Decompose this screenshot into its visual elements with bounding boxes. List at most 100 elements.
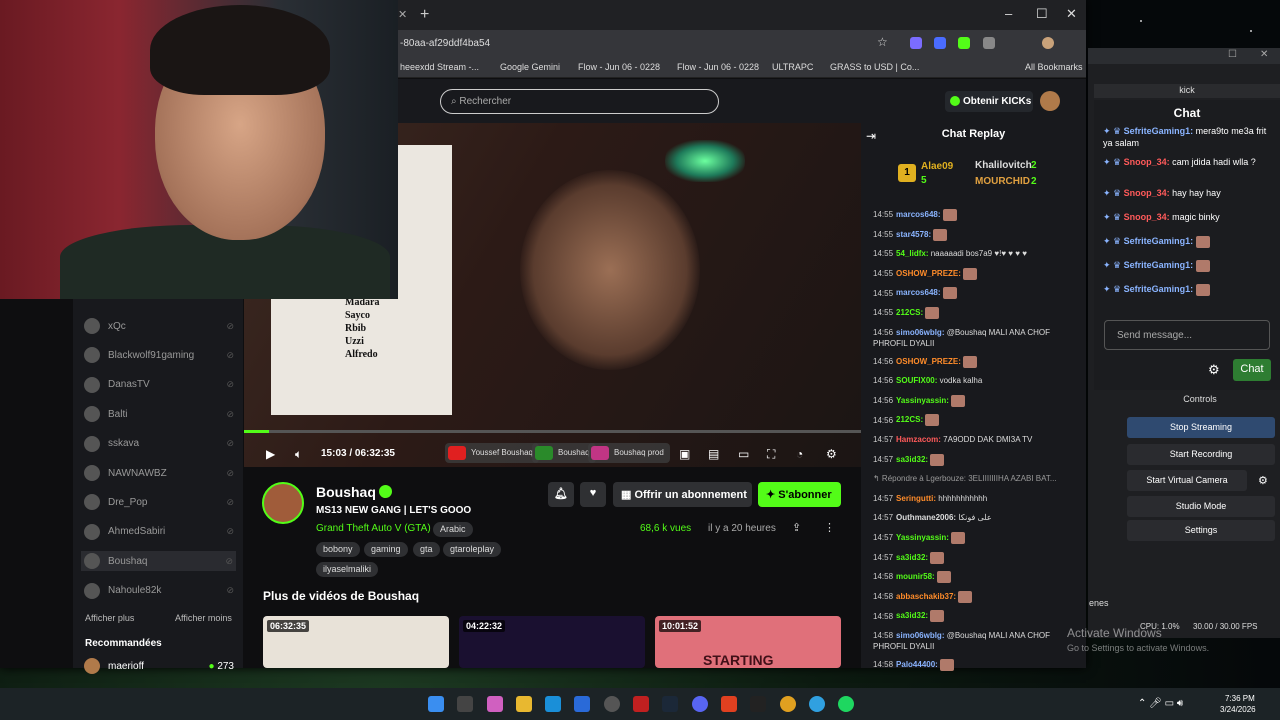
extension-icon[interactable] <box>934 37 946 49</box>
studio-mode-button[interactable]: Studio Mode <box>1127 496 1275 517</box>
steam-icon[interactable] <box>662 696 678 712</box>
new-tab-button[interactable]: + <box>420 6 429 24</box>
extension-icon[interactable] <box>958 37 970 49</box>
language-tag[interactable]: Arabic <box>433 522 473 537</box>
discord-icon[interactable] <box>692 696 708 712</box>
video-thumbnail[interactable]: 04:22:32 <box>459 616 645 668</box>
tag[interactable]: gtaroleplay <box>443 542 502 557</box>
folder-icon[interactable] <box>516 696 532 712</box>
sidebar-item-channel[interactable]: Nahoule82k ⊘ <box>84 581 234 601</box>
video-thumbnail[interactable]: 10:01:52 STARTING <box>655 616 841 668</box>
category-link[interactable]: Grand Theft Auto V (GTA) <box>316 523 431 534</box>
taskbar-app-icon[interactable] <box>487 696 503 712</box>
sidebar-item-channel[interactable]: xQc ⊘ <box>84 316 234 336</box>
play-icon[interactable]: ▶ <box>266 447 275 461</box>
emote-icon <box>951 394 966 407</box>
kicks-button[interactable]: Obtenir KICKs <box>945 91 1033 112</box>
channel-avatar <box>84 494 100 511</box>
taskbar-app-icon[interactable] <box>574 696 590 712</box>
tag[interactable]: bobony <box>316 542 360 557</box>
leaderboard-user[interactable]: MOURCHID <box>975 176 1030 187</box>
bookmark-item[interactable]: ULTRAPC <box>772 62 813 72</box>
show-less-link[interactable]: Afficher moins <box>175 613 232 623</box>
start-recording-button[interactable]: Start Recording <box>1127 444 1275 465</box>
search-input[interactable]: ⌕ Rechercher <box>440 89 719 114</box>
send-message-input[interactable]: Send message... <box>1104 320 1270 350</box>
taskbar-app-icon[interactable] <box>721 696 737 712</box>
spotify-icon[interactable] <box>838 696 854 712</box>
emote-icon <box>1195 235 1210 248</box>
edge-icon[interactable] <box>545 696 561 712</box>
start-virtual-camera-button[interactable]: Start Virtual Camera <box>1127 470 1247 491</box>
heart-icon[interactable]: ♥ <box>580 482 606 507</box>
poster-name: Rbib <box>345 323 367 334</box>
user-avatar[interactable] <box>1040 91 1060 111</box>
close-window-icon[interactable]: ✕ <box>1066 6 1077 22</box>
sidebar-item-recommended[interactable]: maerioff ● 273 <box>84 656 234 676</box>
gift-subscription-button[interactable]: ▦ Offrir un abonnement <box>613 482 752 507</box>
channel-name[interactable]: Boushaq <box>316 484 376 500</box>
puzzle-icon[interactable] <box>983 37 995 49</box>
notification-bell-icon[interactable]: 🔔︎ <box>548 482 574 507</box>
video-thumbnail[interactable]: 06:32:35 <box>263 616 449 668</box>
settings-button[interactable]: Settings <box>1127 520 1275 541</box>
stop-streaming-button[interactable]: Stop Streaming <box>1127 417 1275 438</box>
sidebar-item-channel[interactable]: DanasTV ⊘ <box>84 375 234 395</box>
settings-gear-icon[interactable]: ⚙ <box>826 447 837 461</box>
profile-avatar[interactable] <box>1042 37 1054 49</box>
kick-link[interactable]: Boushaq <box>532 443 596 463</box>
bookmark-item[interactable]: Flow - Jun 06 - 0228 <box>677 62 759 72</box>
bookmark-item[interactable]: Google Gemini <box>500 62 560 72</box>
sidebar-item-channel[interactable]: NAWNAWBZ ⊘ <box>84 463 234 483</box>
extension-icon[interactable] <box>910 37 922 49</box>
chat-message: 14:56 212CS: <box>873 414 1073 427</box>
more-options-icon[interactable]: ⋮ <box>824 521 835 534</box>
bookmark-item[interactable]: GRASS to USD | Co... <box>830 62 919 72</box>
share-icon[interactable]: ⇪ <box>792 521 801 534</box>
maximize-icon[interactable]: ☐ <box>1036 6 1048 22</box>
sidebar-item-channel[interactable]: sskava ⊘ <box>84 434 234 454</box>
sidebar-item-channel[interactable]: AhmedSabiri ⊘ <box>84 522 234 542</box>
start-menu-icon[interactable] <box>428 696 444 712</box>
obs-icon[interactable] <box>604 696 620 712</box>
chat-send-button[interactable]: Chat <box>1233 359 1271 381</box>
sidebar-item-channel[interactable]: Balti ⊘ <box>84 404 234 424</box>
seek-bar[interactable] <box>244 430 861 433</box>
instagram-link[interactable]: Boushaq prod <box>588 443 670 463</box>
leaderboard-user[interactable]: Alae09 <box>921 161 953 172</box>
show-more-link[interactable]: Afficher plus <box>85 613 134 623</box>
badge-icon: ✦ ♛ <box>1103 157 1124 167</box>
all-bookmarks[interactable]: All Bookmarks <box>1025 62 1083 72</box>
youtube-link[interactable]: Youssef Boushaq <box>445 443 539 463</box>
chrome-icon[interactable] <box>780 696 796 712</box>
minimize-icon[interactable]: – <box>1005 6 1012 21</box>
taskbar-app-icon[interactable] <box>633 696 649 712</box>
epic-games-icon[interactable] <box>750 696 766 712</box>
theater-icon[interactable]: ▭ <box>738 447 749 461</box>
follow-button[interactable]: ✦ S'abonner <box>758 482 841 507</box>
close-tab-icon[interactable]: ✕ <box>398 8 407 21</box>
clip-icon[interactable]: ▤ <box>708 447 719 461</box>
taskbar-app-icon[interactable] <box>457 696 473 712</box>
follow-icon: ✦ <box>766 489 779 501</box>
tray-icons[interactable]: ⌃ 🎤︎ ▭ 🔊︎ <box>1138 698 1183 709</box>
tag[interactable]: gta <box>413 542 440 557</box>
fullscreen-icon[interactable]: ⛶ <box>767 447 775 462</box>
bookmark-item[interactable]: Flow - Jun 06 - 0228 <box>578 62 660 72</box>
sidebar-item-channel[interactable]: Dre_Pop ⊘ <box>84 492 234 512</box>
sidebar-item-channel[interactable]: Blackwolf91gaming ⊘ <box>84 345 234 365</box>
bookmark-star-icon[interactable]: ☆ <box>877 35 888 49</box>
speed-icon[interactable]: ◔ <box>796 447 803 461</box>
bookmark-item[interactable]: heeexdd Stream -... <box>400 62 479 72</box>
channel-avatar[interactable] <box>262 482 304 524</box>
sidebar-item-channel[interactable]: Boushaq ⊘ <box>81 551 236 572</box>
pip-icon[interactable]: ▣ <box>679 447 690 461</box>
chat-username: simo06wblg: <box>896 327 945 337</box>
tag[interactable]: gaming <box>364 542 408 557</box>
tag[interactable]: ilyaselmaliki <box>316 562 379 577</box>
chrome-icon[interactable] <box>809 696 825 712</box>
leaderboard-user[interactable]: Khalilovitch <box>975 160 1032 171</box>
chat-settings-gear-icon[interactable]: ⚙ <box>1208 362 1220 378</box>
volume-icon[interactable]: 🔈︎ <box>295 447 302 462</box>
virtual-camera-gear-icon[interactable]: ⚙ <box>1258 474 1268 487</box>
